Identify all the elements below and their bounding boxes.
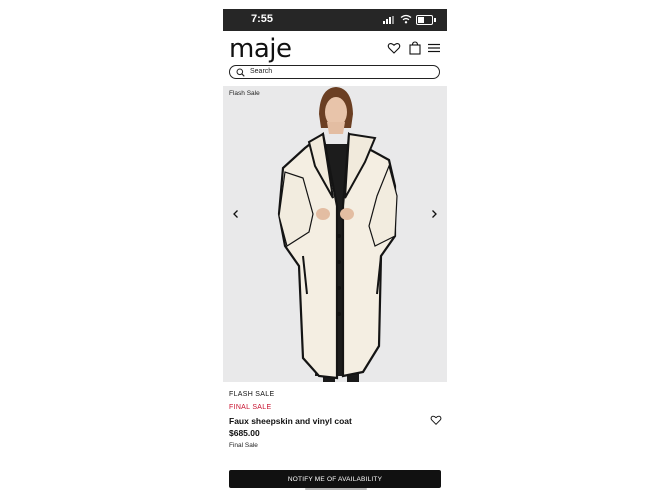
product-price: $685.00 (229, 428, 260, 438)
flash-sale-tag: Flash Sale (229, 90, 260, 97)
brand-logo[interactable]: maje (229, 34, 292, 64)
wifi-icon (400, 14, 412, 24)
battery-icon (416, 15, 436, 25)
product-name[interactable]: Faux sheepskin and vinyl coat (229, 416, 352, 426)
product-category: FLASH SALE (229, 391, 275, 398)
shopping-bag-icon[interactable] (408, 41, 422, 55)
search-input[interactable]: Search (229, 65, 440, 79)
search-icon (236, 68, 245, 77)
chevron-left-icon[interactable] (231, 209, 241, 219)
sale-note: Final Sale (229, 442, 258, 449)
product-image (223, 86, 447, 382)
chevron-right-icon[interactable] (429, 209, 439, 219)
home-indicator (305, 488, 367, 490)
menu-icon[interactable] (427, 41, 441, 55)
final-sale-label: FINAL SALE (229, 404, 272, 411)
product-image-carousel[interactable]: Flash Sale (223, 86, 447, 382)
notify-availability-button[interactable]: NOTIFY ME OF AVAILABILITY (229, 470, 441, 488)
heart-icon[interactable] (387, 41, 401, 55)
status-bar: 7:55 (223, 9, 447, 31)
status-time: 7:55 (251, 13, 274, 25)
wishlist-heart-icon[interactable] (430, 414, 442, 426)
phone-screen: 7:55 maje Search Flash Sale FLASH SALE F… (223, 9, 447, 494)
search-placeholder: Search (250, 67, 273, 75)
signal-icon (383, 16, 397, 24)
